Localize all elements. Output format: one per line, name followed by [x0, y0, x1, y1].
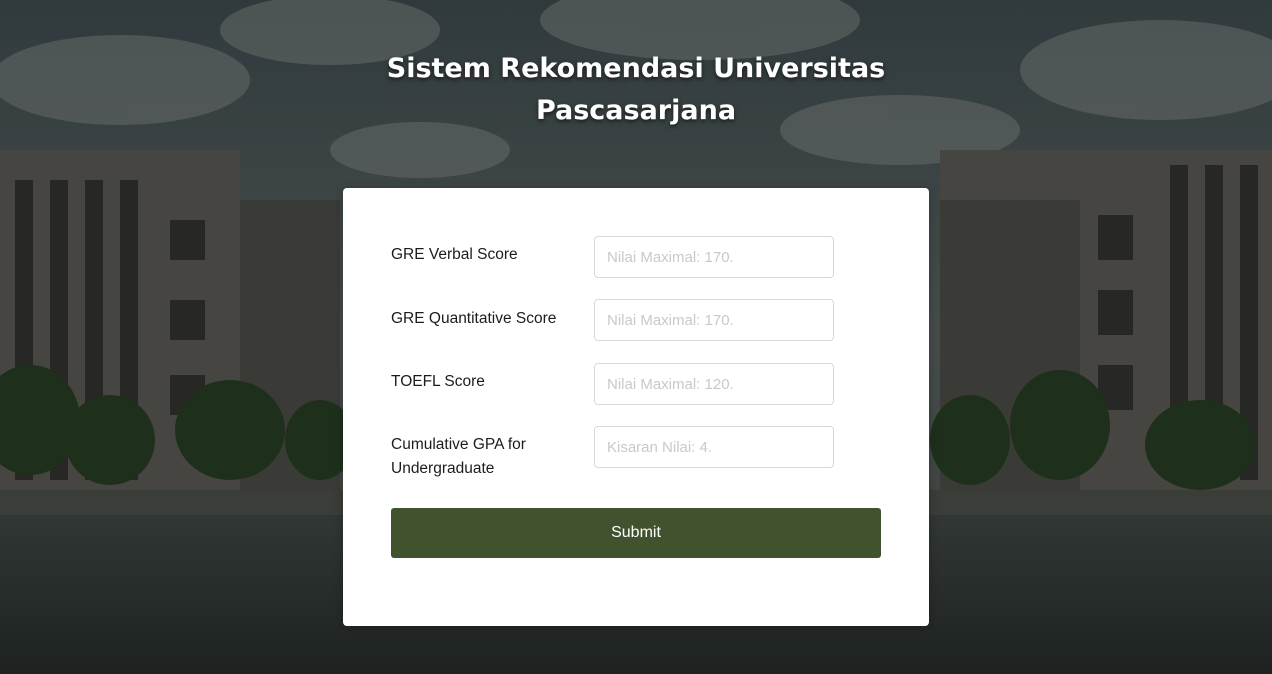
gre-quantitative-label: GRE Quantitative Score [391, 310, 557, 327]
submit-button[interactable]: Submit [391, 508, 881, 558]
gre-quantitative-input[interactable] [594, 299, 834, 341]
gpa-label: Cumulative GPA for Undergraduate [391, 436, 526, 477]
page: Sistem Rekomendasi Universitas Pascasarj… [0, 0, 1272, 674]
page-title-line-1: Sistem Rekomendasi Universitas [386, 53, 886, 84]
page-title-line-2: Pascasarjana [535, 95, 737, 126]
toefl-input[interactable] [594, 363, 834, 405]
gre-verbal-input[interactable] [594, 236, 834, 278]
toefl-label: TOEFL Score [391, 373, 485, 390]
gpa-input[interactable] [594, 426, 834, 468]
gre-verbal-label: GRE Verbal Score [391, 246, 518, 263]
recommendation-form-card: GRE Verbal Score GRE Quantitative Score … [343, 188, 929, 626]
page-title: Sistem Rekomendasi Universitas Pascasarj… [0, 48, 1272, 132]
